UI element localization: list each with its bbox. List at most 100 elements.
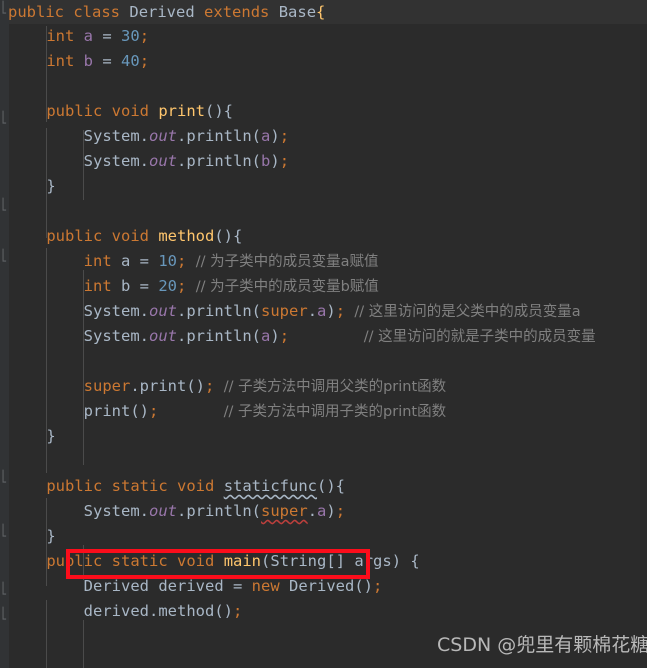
code-token: . — [139, 327, 149, 345]
code-token: } — [46, 427, 56, 445]
code-token: = — [223, 577, 252, 595]
code-token: print — [158, 102, 206, 120]
code-token: System — [83, 302, 140, 320]
code-token: static — [111, 477, 168, 495]
code-editor[interactable]: ⎣ ⎣ ⎣ ⎣ ⎣ ⎣ ⎣ ⎣ public class Derived extends Ba… — [0, 0, 647, 668]
code-token: . — [148, 602, 159, 620]
code-token: // 这里访问的就是子类中的成员变量 — [363, 329, 596, 345]
code-line[interactable]: int a = 10; // 为子类中的成员变量a赋值 — [0, 249, 647, 274]
code-token: println — [186, 302, 252, 320]
code-token: staticfunc — [223, 477, 318, 495]
code-token: ; — [335, 502, 346, 520]
code-line[interactable]: print(); // 子类方法中调用子类的print函数 — [0, 399, 647, 424]
csdn-watermark: CSDN @兜里有颗棉花糖 — [437, 634, 647, 656]
code-token: ; — [177, 277, 187, 295]
code-token: } — [46, 527, 56, 545]
code-line[interactable]: public class Derived extends Base{ — [0, 0, 647, 24]
code-line[interactable]: System.out.println(a); // 这里访问的就是子类中的成员变… — [0, 324, 647, 349]
code-token: out — [149, 302, 177, 320]
code-token: int — [46, 27, 75, 45]
code-line[interactable]: System.out.println(b); — [0, 149, 647, 174]
code-line[interactable]: public void print(){ — [0, 99, 647, 124]
code-token: ) — [326, 302, 336, 320]
code-content[interactable]: public class Derived extends Base{ int a… — [0, 0, 647, 624]
code-token: ; — [139, 52, 150, 70]
code-token: () — [186, 377, 206, 395]
code-token: a — [261, 127, 271, 145]
code-token: () — [214, 602, 233, 620]
code-line[interactable]: derived.method(); — [0, 599, 647, 624]
code-line[interactable]: public static void main(String[] args) { — [0, 549, 647, 574]
code-line[interactable] — [0, 199, 647, 224]
code-line[interactable] — [0, 449, 647, 474]
code-token: print — [139, 377, 187, 395]
code-token: super — [83, 377, 131, 395]
code-token: 30 — [121, 27, 140, 45]
code-token: derived — [83, 602, 149, 620]
code-token: Base — [278, 3, 317, 21]
code-line[interactable]: public void method(){ — [0, 224, 647, 249]
code-token: (){ — [205, 102, 234, 120]
code-line[interactable] — [0, 74, 647, 99]
code-token: . — [139, 302, 149, 320]
indent-guide-line — [83, 620, 84, 668]
code-line[interactable]: } — [0, 524, 647, 549]
code-token: a — [317, 502, 327, 520]
code-token: ) — [270, 327, 280, 345]
code-line[interactable]: int a = 30; — [0, 24, 647, 49]
code-token: { — [316, 3, 326, 21]
code-token: ; — [205, 377, 215, 395]
code-token: super — [261, 302, 308, 320]
code-token: System — [83, 327, 140, 345]
code-token: ( — [261, 552, 271, 570]
code-line[interactable]: int b = 20; // 为子类中的成员变量b赋值 — [0, 274, 647, 299]
code-line[interactable]: Derived derived = new Derived(); — [0, 574, 647, 599]
code-line[interactable] — [0, 349, 647, 374]
code-token: ( — [251, 127, 262, 145]
code-token: ( — [251, 302, 262, 320]
code-token: // 为子类中的成员变量b赋值 — [195, 279, 379, 295]
code-token: int — [83, 252, 112, 270]
code-token: method — [158, 602, 215, 620]
code-token: System — [83, 152, 140, 170]
code-token: ; — [139, 27, 150, 45]
code-token: . — [177, 152, 187, 170]
code-line[interactable]: public static void staticfunc(){ — [0, 474, 647, 499]
code-line[interactable]: } — [0, 174, 647, 199]
code-token: Derived — [129, 3, 195, 21]
code-token: . — [130, 377, 140, 395]
code-line[interactable]: System.out.println(super.a); // 这里访问的是父类… — [0, 299, 647, 324]
code-line[interactable]: } — [0, 424, 647, 449]
code-line[interactable]: System.out.println(super.a); — [0, 499, 647, 524]
code-token: int — [83, 277, 112, 295]
code-token: out — [149, 127, 177, 145]
code-line[interactable]: System.out.println(a); — [0, 124, 647, 149]
code-line[interactable]: int b = 40; — [0, 49, 647, 74]
code-token: Derived — [289, 577, 355, 595]
code-token: ; — [335, 302, 346, 320]
code-token: public — [46, 227, 103, 245]
code-token: ( — [251, 502, 262, 520]
code-token: public — [46, 552, 103, 570]
code-line[interactable]: super.print(); // 子类方法中调用父类的print函数 — [0, 374, 647, 399]
code-token: . — [177, 502, 187, 520]
code-token: // 这里访问的是父类中的成员变量a — [354, 304, 581, 320]
